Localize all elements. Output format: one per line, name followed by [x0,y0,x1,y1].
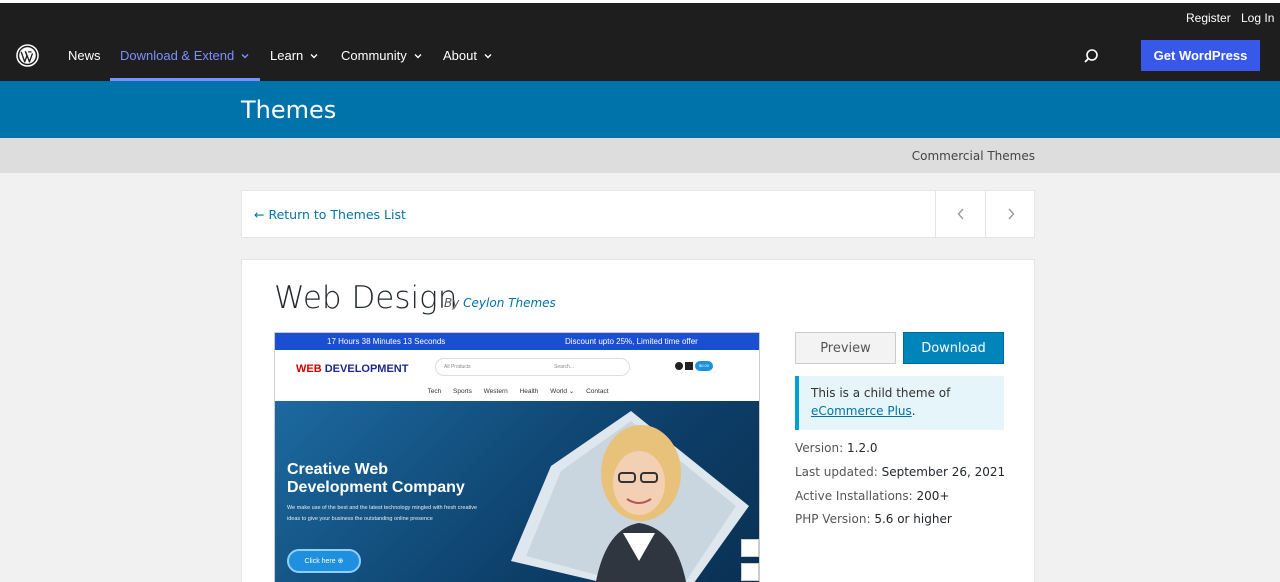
chevron-down-icon [414,53,422,58]
screenshot-hero-photo [511,411,749,582]
php-version-value: 5.6 or higher [874,512,952,526]
next-theme-button[interactable] [985,191,1035,237]
screenshot-side-user-icon [741,563,759,581]
admin-topbar: Register Log In [0,3,1280,30]
download-button[interactable]: Download [903,332,1004,364]
screenshot-search-placeholder: Search... [554,364,575,370]
screenshot-offer-bar: 17 Hours 38 Minutes 13 Seconds Discount … [275,333,759,350]
nav-about-label: About [443,48,477,63]
previous-theme-button[interactable] [935,191,985,237]
screenshot-menu-item: Tech [427,388,442,395]
return-to-themes-link[interactable]: ← Return to Themes List [254,207,406,222]
chevron-down-icon [484,53,492,58]
wordpress-logo-icon[interactable] [16,44,39,67]
screenshot-menu-item: Health [519,388,539,395]
screenshot-menu-item: World ⌄ [550,388,575,395]
theme-detail-card: Web Design By Ceylon Themes 17 Hours 38 … [241,259,1035,582]
nav-community-label: Community [341,48,407,63]
commercial-themes-link[interactable]: Commercial Themes [912,149,1035,163]
nav-download-extend[interactable]: Download & Extend [120,48,250,63]
nav-community[interactable]: Community [341,48,423,63]
screenshot-side-cart-icon [741,539,759,557]
notice-text: This is a child theme of [811,386,951,400]
chevron-right-icon [1007,208,1014,220]
chevron-down-icon [310,53,318,58]
screenshot-brand: WEB DEVELOPMENT [296,363,408,375]
theme-last-updated: Last updated: September 26, 2021 [795,465,1005,479]
screenshot-offer: Discount upto 25%, Limited time offer [565,337,698,346]
screenshot-hero-text: We make use of the best and the latest t… [287,505,478,522]
screenshot-cart-icon [685,362,693,370]
sub-navigation: Commercial Themes [0,138,1280,173]
installations-value: 200+ [916,489,950,503]
chevron-left-icon [957,208,964,220]
nav-learn-label: Learn [270,48,304,63]
theme-title: Web Design [274,280,458,316]
chevron-down-icon [241,53,249,58]
screenshot-menu-item: Sports [453,388,472,395]
nav-learn[interactable]: Learn [270,48,319,63]
screenshot-menu-item: Contact [586,388,609,395]
child-theme-notice: This is a child theme of eCommerce Plus. [795,376,1004,430]
nav-about[interactable]: About [443,48,493,63]
theme-screenshot: 17 Hours 38 Minutes 13 Seconds Discount … [274,332,760,582]
screenshot-search-category: All Products [444,364,471,370]
search-icon[interactable] [1083,48,1099,64]
theme-byline: By Ceylon Themes [444,296,556,310]
nav-download-extend-label: Download & Extend [120,48,235,63]
last-updated-value: September 26, 2021 [881,465,1006,479]
preview-button[interactable]: Preview [795,332,896,364]
page-title: Themes [241,96,337,124]
last-updated-label: Last updated: [795,465,878,479]
screenshot-hero-button: Click here ⊕ [287,549,361,573]
screenshot-cart-badge: $0.00 [695,361,713,371]
main-navigation: News Download & Extend Learn Community A… [0,30,1280,81]
notice-period: . [911,404,916,418]
by-prefix: By [444,296,460,310]
login-link[interactable]: Log In [1241,11,1274,25]
parent-theme-link[interactable]: eCommerce Plus [811,404,912,418]
screenshot-brand-second: DEVELOPMENT [324,363,409,375]
php-version-label: PHP Version: [795,512,871,526]
screenshot-user-icon [675,362,683,370]
theme-pagination-bar: ← Return to Themes List [241,190,1035,238]
page-header: Themes [0,81,1280,138]
theme-version: Version: 1.2.0 [795,441,878,455]
screenshot-search: All Products Search... [435,358,630,376]
nav-news[interactable]: News [68,48,101,63]
screenshot-hero-title: Creative Web Development Company [287,461,465,496]
theme-author-link[interactable]: Ceylon Themes [463,296,556,310]
get-wordpress-button[interactable]: Get WordPress [1141,40,1260,71]
screenshot-menu-item: Western [483,388,508,395]
theme-php-version: PHP Version: 5.6 or higher [795,512,952,526]
nav-news-label: News [68,48,101,63]
screenshot-menu: Tech Sports Western Health World ⌄ Conta… [275,387,759,395]
register-link[interactable]: Register [1186,11,1231,25]
version-label: Version: [795,441,844,455]
screenshot-brand-first: WEB [296,363,325,375]
version-value: 1.2.0 [847,441,878,455]
installations-label: Active Installations: [795,489,913,503]
theme-installations: Active Installations: 200+ [795,489,950,503]
screenshot-timer: 17 Hours 38 Minutes 13 Seconds [327,337,446,346]
screenshot-hero: Creative Web Development Company We make… [275,401,759,582]
